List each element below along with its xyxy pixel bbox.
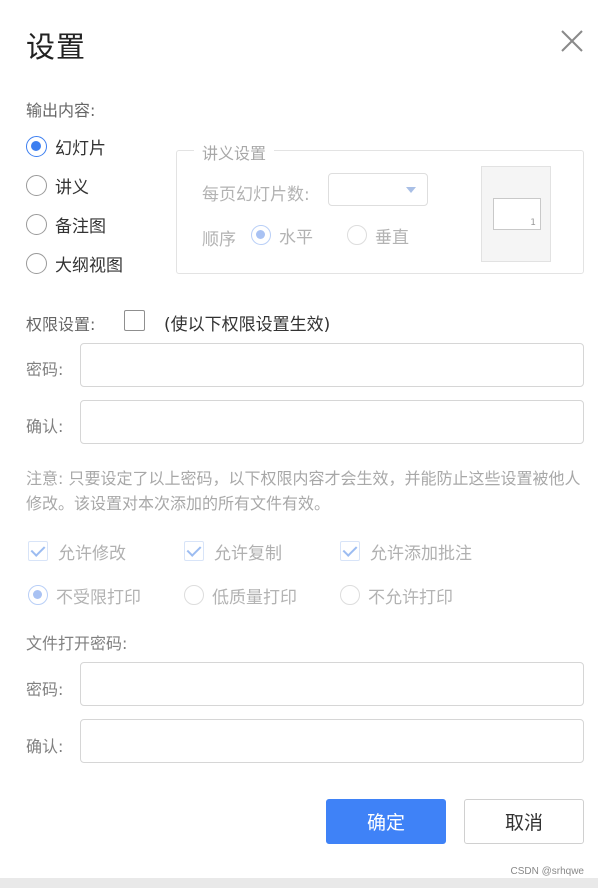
- permission-password-field[interactable]: [80, 343, 584, 387]
- dialog-title: 设置: [26, 30, 87, 64]
- radio-button[interactable]: [26, 135, 47, 157]
- slides-per-page-label: 每页幻灯片数:: [202, 185, 310, 205]
- file-password-field[interactable]: [80, 662, 584, 706]
- preview-slide-number: 1: [530, 218, 536, 228]
- radio-label: 垂直: [375, 227, 409, 248]
- checkbox-label: 允许添加批注: [370, 543, 472, 564]
- radio-label: 大纲视图: [55, 255, 123, 276]
- order-label: 顺序: [202, 230, 236, 250]
- output-radio-notes[interactable]: 备注图: [26, 211, 106, 237]
- radio-label: 水平: [279, 227, 313, 248]
- radio-label: 备注图: [55, 216, 106, 237]
- permission-note: (使以下权限设置生效): [164, 315, 331, 335]
- checkbox-label: 允许修改: [58, 543, 126, 564]
- permission-enable-checkbox[interactable]: [124, 310, 145, 331]
- handout-settings-title: 讲义设置: [194, 140, 275, 164]
- slides-per-page-select[interactable]: [328, 173, 428, 206]
- radio-label: 幻灯片: [55, 138, 106, 159]
- order-radio-horizontal[interactable]: 水平: [251, 223, 313, 248]
- cancel-button[interactable]: 取消: [464, 799, 584, 844]
- file-password-label: 密码:: [26, 680, 64, 699]
- file-confirm-field[interactable]: [80, 719, 584, 763]
- permission-notice: 注意: 只要设定了以上密码，以下权限内容才会生效，并能防止这些设置被他人修改。该…: [26, 469, 581, 513]
- allow-annotate-checkbox[interactable]: 允许添加批注: [340, 539, 472, 564]
- output-radio-slides[interactable]: 幻灯片: [26, 133, 106, 159]
- file-open-password-label: 文件打开密码:: [26, 634, 128, 653]
- radio-button[interactable]: [347, 225, 367, 245]
- ok-button[interactable]: 确定: [326, 799, 446, 844]
- radio-button[interactable]: [340, 585, 360, 605]
- checkbox-box[interactable]: [184, 541, 204, 561]
- radio-button[interactable]: [26, 252, 47, 274]
- allow-modify-checkbox[interactable]: 允许修改: [28, 539, 126, 564]
- checkbox-label: 允许复制: [214, 543, 282, 564]
- bottom-edge: [0, 878, 598, 888]
- file-confirm-label: 确认:: [26, 737, 64, 756]
- watermark: CSDN @srhqwe: [510, 866, 584, 877]
- permission-confirm-label: 确认:: [26, 417, 64, 436]
- radio-button[interactable]: [28, 585, 48, 605]
- permission-label: 权限设置:: [26, 315, 96, 334]
- radio-button[interactable]: [26, 213, 47, 235]
- order-radio-vertical[interactable]: 垂直: [347, 223, 409, 248]
- allow-copy-checkbox[interactable]: 允许复制: [184, 539, 282, 564]
- checkbox-box[interactable]: [28, 541, 48, 561]
- output-radio-handout[interactable]: 讲义: [26, 172, 89, 198]
- close-icon[interactable]: [558, 27, 586, 55]
- radio-label: 不允许打印: [368, 587, 453, 608]
- preview-slide: 1: [493, 198, 541, 230]
- output-radio-outline[interactable]: 大纲视图: [26, 250, 123, 276]
- radio-label: 讲义: [55, 177, 89, 198]
- output-content-label: 输出内容:: [26, 101, 96, 120]
- print-unrestricted-radio[interactable]: 不受限打印: [28, 583, 141, 608]
- permission-confirm-field[interactable]: [80, 400, 584, 444]
- radio-label: 低质量打印: [212, 587, 297, 608]
- settings-dialog: 设置 输出内容: 幻灯片 讲义 备注图 大纲视图 讲义设置 每页幻灯片数: 顺序…: [0, 0, 598, 880]
- chevron-down-icon: [406, 187, 416, 193]
- permission-password-label: 密码:: [26, 360, 64, 379]
- radio-button[interactable]: [26, 174, 47, 196]
- print-low-quality-radio[interactable]: 低质量打印: [184, 583, 297, 608]
- checkbox-box[interactable]: [340, 541, 360, 561]
- radio-button[interactable]: [184, 585, 204, 605]
- radio-button[interactable]: [251, 225, 271, 245]
- radio-label: 不受限打印: [56, 587, 141, 608]
- print-disallow-radio[interactable]: 不允许打印: [340, 583, 453, 608]
- handout-preview: 1: [481, 166, 551, 262]
